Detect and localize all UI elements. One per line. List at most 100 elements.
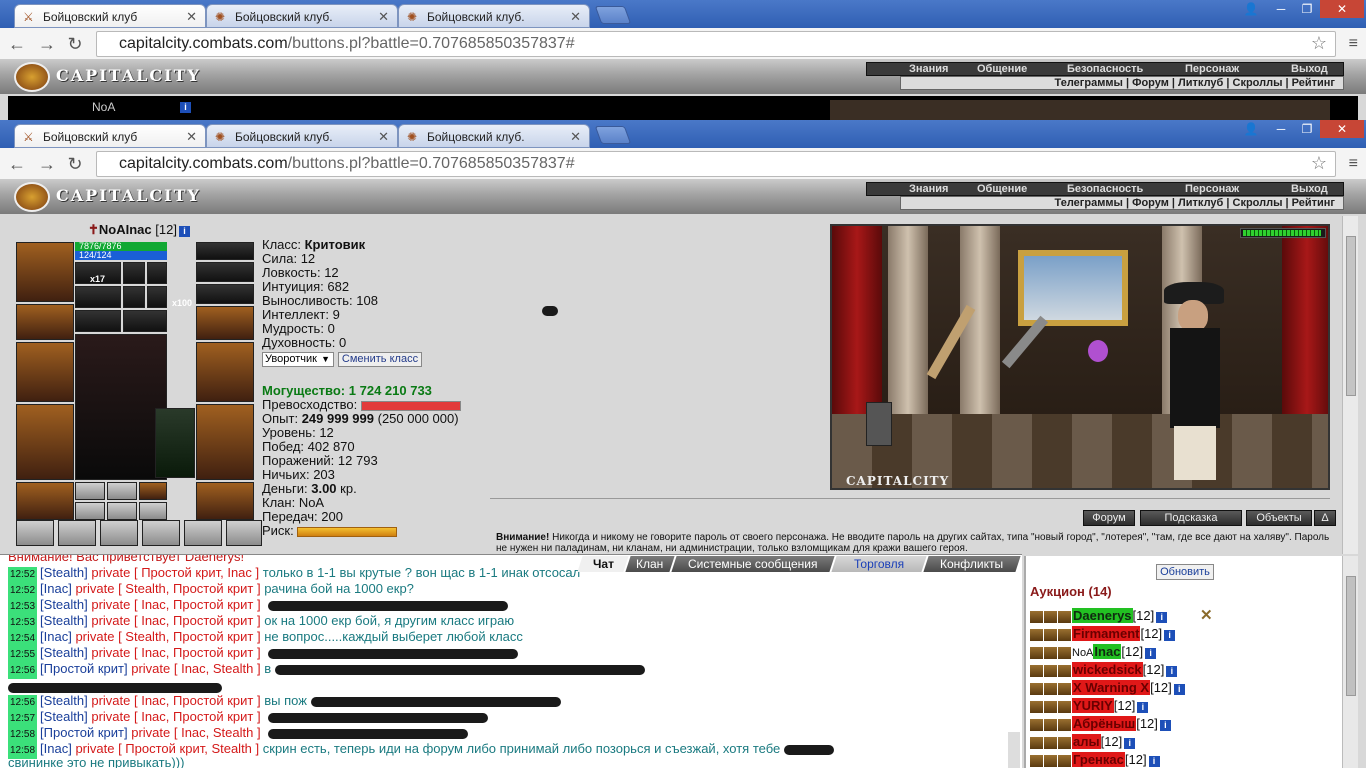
invite-icon[interactable]	[1030, 646, 1043, 659]
user-list-item[interactable]: Гренкас[12] i	[1030, 752, 1160, 768]
close-icon[interactable]: ✕	[570, 9, 581, 25]
close-icon[interactable]: ✕	[186, 129, 197, 145]
menu-item-character[interactable]: Персонаж	[1185, 63, 1239, 75]
forward-icon[interactable]: →	[36, 34, 58, 56]
info-icon[interactable]: i	[1145, 648, 1157, 659]
align-icon[interactable]	[1058, 628, 1071, 641]
boots-slot[interactable]	[196, 482, 254, 520]
rune-slot[interactable]	[107, 502, 137, 520]
armor-slot[interactable]	[16, 404, 74, 480]
address-bar[interactable]: capitalcity.combats.com/buttons.pl?battl…	[96, 31, 1336, 57]
chat-private-recipients[interactable]: private [ Простой крит, Stealth ]	[75, 741, 259, 756]
align-icon[interactable]	[1058, 682, 1071, 695]
character-portrait[interactable]	[75, 334, 167, 480]
back-icon[interactable]: ←	[6, 34, 28, 56]
chat-nick[interactable]: [Inac]	[40, 581, 72, 596]
user-name[interactable]: wickedsick	[1072, 662, 1143, 677]
user-name[interactable]: X Warning X	[1072, 680, 1151, 695]
user-name[interactable]: YURIY	[1072, 698, 1114, 713]
menu-item-exit[interactable]: Выход	[1291, 183, 1328, 195]
legs-slot[interactable]	[196, 404, 254, 480]
spell-slot[interactable]	[75, 310, 121, 332]
info-icon[interactable]: i	[178, 226, 190, 237]
menu-icon[interactable]: ≡	[1349, 155, 1358, 173]
chat-private-recipients[interactable]: private [ Inac, Простой крит ]	[91, 597, 260, 612]
clan-icon[interactable]	[1044, 664, 1057, 677]
align-icon[interactable]	[1058, 646, 1071, 659]
helmet-slot[interactable]	[16, 242, 74, 302]
chat-nick[interactable]: [Stealth]	[40, 645, 88, 660]
invite-icon[interactable]	[1030, 682, 1043, 695]
align-icon[interactable]	[1058, 700, 1071, 713]
tab-clan[interactable]: Клан	[625, 556, 675, 572]
clan-value[interactable]: NoA	[299, 495, 324, 510]
chat-private-recipients[interactable]: private [ Inac, Stealth ]	[131, 661, 260, 676]
clan-icon[interactable]	[1044, 754, 1057, 767]
weapon-right-slot[interactable]	[196, 342, 254, 402]
chat-private-recipients[interactable]: private [ Inac, Stealth ]	[131, 725, 260, 740]
weapon-left-slot[interactable]	[16, 342, 74, 402]
forum-button[interactable]: Форум	[1083, 510, 1135, 526]
chat-nick[interactable]: [Простой крит]	[40, 661, 128, 676]
merchant-npc[interactable]	[1150, 282, 1236, 482]
info-icon[interactable]: i	[1148, 756, 1160, 767]
tab-1[interactable]: ⚔ Бойцовский клуб ✕	[14, 4, 206, 28]
sub-menu[interactable]: Телеграммы | Форум | Литклуб | Скроллы |…	[900, 196, 1344, 210]
tab-trade[interactable]: Торговля	[831, 556, 927, 572]
user-list-item[interactable]: Firmament[12] i	[1030, 626, 1176, 642]
restore-icon[interactable]: ❐	[1294, 0, 1320, 18]
tab-3[interactable]: ✺ Бойцовский клуб. ✕	[398, 4, 590, 28]
rune-slot[interactable]	[75, 482, 105, 500]
ring-slot[interactable]	[196, 262, 254, 282]
spell-slot[interactable]	[75, 286, 121, 308]
menu-item-security[interactable]: Безопасность	[1067, 63, 1143, 75]
chat-nick[interactable]: [Stealth]	[40, 597, 88, 612]
chat-private-recipients[interactable]: private [ Inac, Простой крит ]	[91, 709, 260, 724]
spell-slot[interactable]	[123, 286, 145, 308]
character-name[interactable]: ✝NoAInac [12] i	[88, 222, 190, 238]
potion-item[interactable]	[1088, 340, 1108, 362]
clan-icon[interactable]	[1044, 628, 1057, 641]
spell-slot[interactable]	[147, 262, 167, 284]
tab-3[interactable]: ✺ Бойцовский клуб. ✕	[398, 124, 590, 148]
align-icon[interactable]	[1058, 664, 1071, 677]
chat-nick[interactable]: [Простой крит]	[40, 725, 128, 740]
menu-item-knowledge[interactable]: Знания	[909, 63, 948, 75]
menu-icon[interactable]: ≡	[1349, 35, 1358, 53]
user-list-item[interactable]: X Warning X[12] i	[1030, 680, 1185, 696]
user-list-item[interactable]: алы[12] i	[1030, 734, 1136, 750]
close-icon[interactable]: ✕	[378, 9, 389, 25]
location-scene[interactable]: CAPITALCITY	[830, 224, 1330, 490]
clan-icon[interactable]	[1044, 682, 1057, 695]
scroll-thumb[interactable]	[1346, 236, 1356, 396]
close-icon[interactable]: ✕	[378, 129, 389, 145]
spell-slot[interactable]	[123, 310, 167, 332]
clan-icon[interactable]	[1044, 718, 1057, 731]
rune-slot[interactable]	[75, 502, 105, 520]
clan-icon[interactable]	[1044, 700, 1057, 713]
tab-1[interactable]: ⚔ Бойцовский клуб ✕	[14, 124, 206, 148]
chat-private-recipients[interactable]: private [ Простой крит, Inac ]	[91, 565, 259, 580]
quick-slot[interactable]	[100, 520, 138, 546]
chat-nick[interactable]: [Inac]	[40, 629, 72, 644]
invite-icon[interactable]	[1030, 700, 1043, 713]
delta-button[interactable]: Δ	[1314, 510, 1336, 526]
align-icon[interactable]	[1058, 718, 1071, 731]
user-icon[interactable]: 👤	[1238, 0, 1264, 18]
close-window-icon[interactable]: ✕	[1320, 120, 1364, 138]
rune-slot[interactable]	[107, 482, 137, 500]
clan-icon[interactable]	[1044, 646, 1057, 659]
chat-nick[interactable]: [Stealth]	[40, 709, 88, 724]
chat-nick[interactable]: [Stealth]	[40, 613, 88, 628]
menu-item-knowledge[interactable]: Знания	[909, 183, 948, 195]
quick-slot[interactable]	[142, 520, 180, 546]
user-list-item[interactable]: YURIY[12] i	[1030, 698, 1149, 714]
class-select[interactable]: Уворотчик ▼	[262, 352, 334, 367]
user-name[interactable]: Inac	[1093, 644, 1122, 659]
restore-icon[interactable]: ❐	[1294, 120, 1320, 138]
gloves-slot[interactable]	[196, 306, 254, 340]
belt-slot[interactable]	[16, 482, 74, 520]
auction-scrollbar[interactable]	[1342, 556, 1358, 768]
hint-button[interactable]: Подсказка	[1140, 510, 1242, 526]
align-icon[interactable]	[1058, 610, 1071, 623]
